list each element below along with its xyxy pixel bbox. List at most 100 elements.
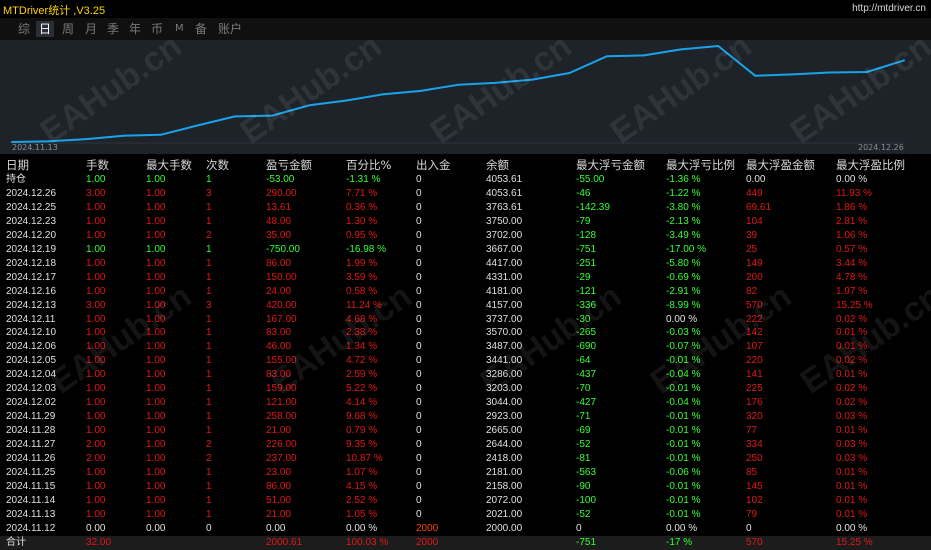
cell: 1 [206,341,212,353]
table-row[interactable]: 2024.12.17 1.00 1.00 1 150.00 3.59 % 0 4331.00 -… [0,271,931,285]
cell: 0 [416,285,422,297]
table-row[interactable]: 2024.12.03 1.00 1.00 1 159.00 5.22 % 0 3203.00 -… [0,382,931,396]
table-row[interactable]: 2024.11.26 2.00 1.00 2 237.00 10.87 % 0 2418.00… [0,452,931,466]
table-row[interactable]: 2024.11.28 1.00 1.00 1 21.00 0.79 % 0 2665.00 -6… [0,424,931,438]
cell: 1.00 [86,215,106,227]
table-row[interactable]: 2024.11.27 2.00 1.00 2 226.00 9.35 % 0 2644.00 -… [0,438,931,452]
cell: 1.00 [86,313,106,325]
table-row[interactable]: 2024.12.18 1.00 1.00 1 86.00 1.99 % 0 4417.00 -2… [0,257,931,271]
equity-line-chart [11,45,905,144]
cell: 0 [416,425,422,437]
cell: -336 [576,299,597,311]
app-title: MTDriver统计 ,V3.25 [3,5,106,17]
table-row[interactable]: 2024.12.06 1.00 1.00 1 46.00 1.34 % 0 3487.00 -6… [0,340,931,354]
cell: 1 [206,383,212,395]
cell: 0.01 % [836,327,868,339]
table-row[interactable]: 2024.11.15 1.00 1.00 1 86.00 4.15 % 0 2158.00 -9… [0,480,931,494]
cell: -0.03 % [666,327,701,339]
cell: 0.00 [86,522,106,534]
tab-2[interactable]: 周 [59,21,77,37]
table-row[interactable]: 持仓 1.00 1.00 1 -53.00 -1.31 % 0 4053.61 -55.00 -1… [0,173,931,187]
column-header[interactable]: 次数 [206,157,229,173]
table-row[interactable]: 2024.12.19 1.00 1.00 1 -750.00 -16.98 % 0 3667.… [0,243,931,257]
equity-point [494,81,497,84]
site-url-link[interactable]: http://mtdriver.cn [852,3,926,14]
cell: 2024.12.18 [6,257,57,269]
cell: 1.00 [146,397,166,409]
column-header[interactable]: 最大浮盈金额 [746,157,815,173]
tab-8[interactable]: 备 [192,21,210,37]
cell: 2024.12.04 [6,369,57,381]
cell: 1.00 [86,508,106,520]
cell: 570 [746,299,763,311]
cell: 3667.00 [486,243,523,255]
cell: 1.00 [146,453,166,464]
table-row[interactable]: 2024.11.29 1.00 1.00 1 258.00 9.68 % 0 2923.00 -… [0,410,931,424]
cell: 0.79 % [346,425,378,437]
table-row[interactable]: 2024.11.13 1.00 1.00 1 21.00 1.05 % 0 2021.00 -5… [0,508,931,522]
cell: -0.01 % [666,453,701,464]
table-row[interactable]: 2024.12.26 3.00 1.00 3 290.00 7.71 % 0 4053.61 -… [0,187,931,201]
column-header[interactable]: 余额 [486,157,509,173]
cell: -0.01 % [666,480,701,492]
tab-7[interactable]: M [172,21,187,37]
column-header[interactable]: 最大浮盈比例 [836,157,905,173]
column-header[interactable]: 盈亏金额 [266,157,312,173]
cell: 77 [746,425,758,437]
cell: 32.00 [86,536,112,548]
cell: -0.01 % [666,411,701,423]
table-row[interactable]: 2024.11.14 1.00 1.00 1 51.00 2.52 % 0 2072.00 -1… [0,494,931,508]
table-row[interactable]: 2024.12.13 3.00 1.00 3 420.00 11.24 % 0 4157.00… [0,299,931,313]
cell: 1.00 [146,411,166,423]
chart-end-date: 2024.12.26 [858,143,904,152]
table-row[interactable]: 2024.12.20 1.00 1.00 2 35.00 0.95 % 0 3702.00 -1… [0,229,931,243]
column-header[interactable]: 最大浮亏金额 [576,157,645,173]
column-header[interactable]: 最大手数 [146,157,192,173]
table-row[interactable]: 2024.12.16 1.00 1.00 1 24.00 0.58 % 0 4181.00 -1… [0,285,931,299]
column-header[interactable]: 最大浮亏比例 [666,157,735,173]
table-row[interactable]: 2024.12.25 1.00 1.00 1 13.61 0.36 % 0 3763.61 -1… [0,201,931,215]
cell: 104 [746,215,763,227]
cell: 2024.12.10 [6,327,57,339]
cell: 0.01 % [836,480,868,492]
cell: -52 [576,508,591,520]
table-row[interactable]: 2024.12.02 1.00 1.00 1 121.00 4.14 % 0 3044.00 -… [0,396,931,410]
tab-5[interactable]: 年 [126,21,144,37]
table-row[interactable]: 2024.12.23 1.00 1.00 1 48.00 1.30 % 0 3750.00 -7… [0,215,931,229]
equity-point [754,74,757,77]
cell: 0 [416,439,422,451]
table-row[interactable]: 2024.11.25 1.00 1.00 1 23.00 1.07 % 0 2181.00 -5… [0,466,931,480]
cell: 1.00 [86,327,106,339]
column-header[interactable]: 出入金 [416,157,451,173]
cell: 23.00 [266,466,292,478]
table-row[interactable]: 2024.12.04 1.00 1.00 1 83.00 2.59 % 0 3286.00 -4… [0,368,931,382]
cell: -0.06 % [666,466,701,478]
tab-4[interactable]: 季 [104,21,122,37]
cell: 1.00 [146,174,166,185]
tab-6[interactable]: 币 [148,21,166,37]
table-row[interactable]: 2024.11.12 0.00 0.00 0 0.00 0.00 % 2000 2000.00… [0,522,931,536]
cell: 0 [416,257,422,269]
tab-0[interactable]: 综 [15,21,33,37]
total-row[interactable]: 合计 32.00 2000.61 100.03 % 2000 -751 -17 % 570 15… [0,535,931,550]
cell: 3.00 [86,188,106,199]
cell: 0 [416,327,422,339]
table-row[interactable]: 2024.12.10 1.00 1.00 1 83.00 2.38 % 0 3570.00 -2… [0,326,931,340]
cell: -8.99 % [666,299,701,311]
table-row[interactable]: 2024.12.11 1.00 1.00 1 167.00 4.68 % 0 3737.00 -… [0,313,931,327]
cell: -1.31 % [346,174,381,185]
table-row[interactable]: 2024.12.05 1.00 1.00 1 155.00 4.72 % 0 3441.00 -… [0,354,931,368]
cell: 0.00 % [346,522,378,534]
column-header[interactable]: 手数 [86,157,109,173]
tab-9[interactable]: 账户 [215,21,245,37]
cell: 149 [746,257,763,269]
cell: -17.00 % [666,243,707,255]
column-header[interactable]: 日期 [6,157,29,173]
cell: 0.01 % [836,494,868,506]
tab-3[interactable]: 月 [82,21,100,37]
column-header[interactable]: 百分比% [346,157,391,173]
cell: 0 [416,480,422,492]
cell: 1.00 [86,411,106,423]
tab-1[interactable]: 日 [36,21,55,37]
cell: 86.00 [266,257,292,269]
